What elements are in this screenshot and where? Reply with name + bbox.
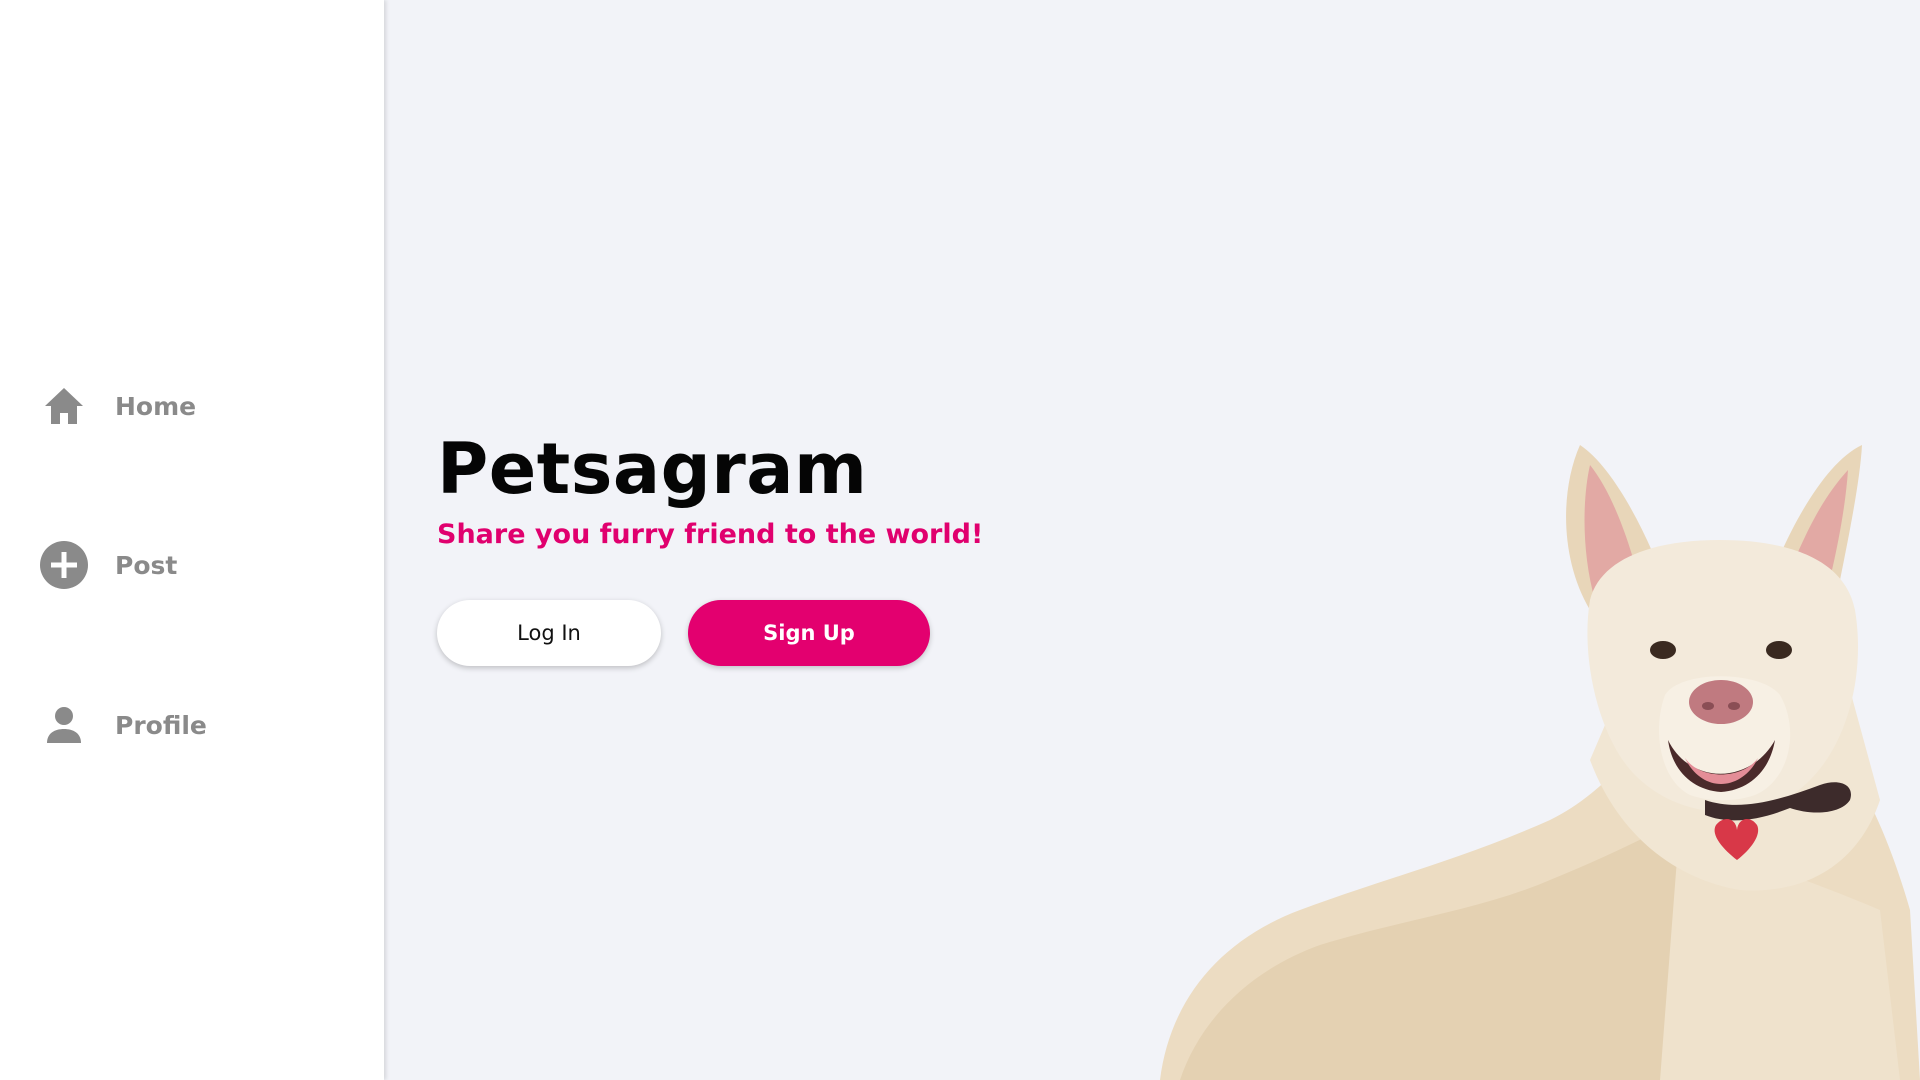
login-button[interactable]: Log In <box>437 600 661 666</box>
tagline: Share you furry friend to the world! <box>437 519 984 550</box>
add-circle-icon <box>38 539 90 591</box>
hero-section: Petsagram Share you furry friend to the … <box>437 428 983 666</box>
person-icon <box>38 699 90 751</box>
sidebar-item-label: Profile <box>115 710 207 740</box>
sidebar-item-label: Home <box>115 391 197 421</box>
home-icon <box>38 380 90 432</box>
main-content: Petsagram Share you furry friend to the … <box>384 0 1920 1080</box>
dog-image <box>1160 445 1920 1080</box>
signup-button[interactable]: Sign Up <box>688 600 930 666</box>
sidebar: Home Post Profile <box>0 0 384 1080</box>
sidebar-item-profile[interactable]: Profile <box>38 697 207 753</box>
sidebar-item-home[interactable]: Home <box>38 378 196 434</box>
app-root: Home Post Profile Petsagram Share you fu… <box>0 0 1920 1080</box>
sidebar-item-post[interactable]: Post <box>38 537 177 593</box>
app-title: Petsagram <box>437 428 868 510</box>
auth-buttons: Log In Sign Up <box>437 600 983 666</box>
sidebar-item-label: Post <box>115 550 178 580</box>
